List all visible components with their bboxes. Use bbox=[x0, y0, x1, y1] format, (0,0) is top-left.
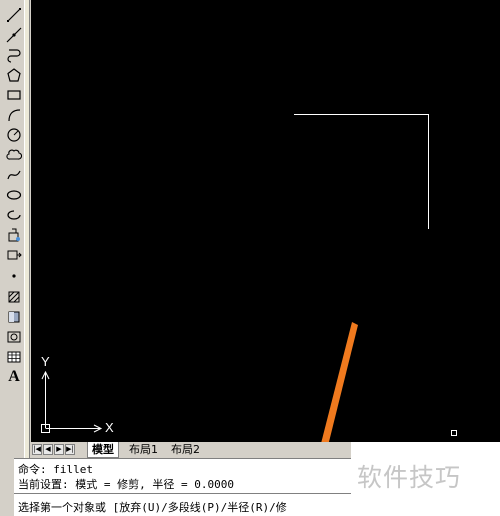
multiline-text-icon[interactable]: A bbox=[5, 368, 23, 386]
watermark-area: 软件技巧 bbox=[351, 442, 500, 516]
command-history-line: 命令: fillet bbox=[18, 463, 93, 476]
rectangle-icon[interactable] bbox=[5, 86, 23, 104]
cursor-pickbox bbox=[451, 430, 457, 436]
polyline-icon[interactable] bbox=[5, 46, 23, 64]
ucs-icon bbox=[41, 370, 103, 433]
circle-icon[interactable] bbox=[5, 126, 23, 144]
annotation-arrow bbox=[321, 322, 358, 442]
line-icon[interactable] bbox=[5, 6, 23, 24]
gradient-icon[interactable] bbox=[5, 308, 23, 326]
spline-icon[interactable] bbox=[5, 166, 23, 184]
canvas-drawing bbox=[41, 114, 457, 442]
model-space-canvas[interactable]: Y X bbox=[31, 0, 500, 442]
make-block-icon[interactable] bbox=[5, 246, 23, 264]
tab-first-button[interactable]: |◀ bbox=[32, 444, 42, 455]
command-divider bbox=[14, 493, 351, 494]
layout-tabs-bar: |◀ ◀ ▶ ▶| 模型 布局1 布局2 bbox=[31, 442, 351, 458]
watermark: 软件技巧 bbox=[357, 463, 462, 492]
tab-next-button[interactable]: ▶ bbox=[54, 444, 64, 455]
insert-block-icon[interactable] bbox=[5, 226, 23, 244]
region-icon[interactable] bbox=[5, 328, 23, 346]
polygon-icon[interactable] bbox=[5, 66, 23, 84]
table-icon[interactable] bbox=[5, 348, 23, 366]
tab-last-button[interactable]: ▶| bbox=[65, 444, 75, 455]
arc-icon[interactable] bbox=[5, 106, 23, 124]
tab-layout1[interactable]: 布局1 bbox=[125, 442, 162, 457]
command-window-gutter bbox=[0, 458, 14, 516]
tab-model[interactable]: 模型 bbox=[87, 442, 119, 458]
command-history-line: 当前设置: 模式 = 修剪, 半径 = 0.0000 bbox=[18, 478, 234, 491]
point-icon[interactable] bbox=[5, 266, 23, 284]
tab-prev-button[interactable]: ◀ bbox=[43, 444, 53, 455]
hatch-icon[interactable] bbox=[5, 288, 23, 306]
ellipse-icon[interactable] bbox=[5, 186, 23, 204]
ellipse-arc-icon[interactable] bbox=[5, 206, 23, 224]
revision-cloud-icon[interactable] bbox=[5, 146, 23, 164]
ucs-x-label: X bbox=[105, 420, 114, 435]
command-window[interactable]: 命令: fillet 当前设置: 模式 = 修剪, 半径 = 0.0000 选择… bbox=[14, 458, 351, 516]
draw-toolbar: A bbox=[0, 0, 30, 458]
command-prompt[interactable]: 选择第一个对象或 [放弃(U)/多段线(P)/半径(R)/修 bbox=[18, 499, 287, 515]
ucs-y-label: Y bbox=[41, 354, 50, 369]
construction-line-icon[interactable] bbox=[5, 26, 23, 44]
tab-layout2[interactable]: 布局2 bbox=[167, 442, 204, 457]
